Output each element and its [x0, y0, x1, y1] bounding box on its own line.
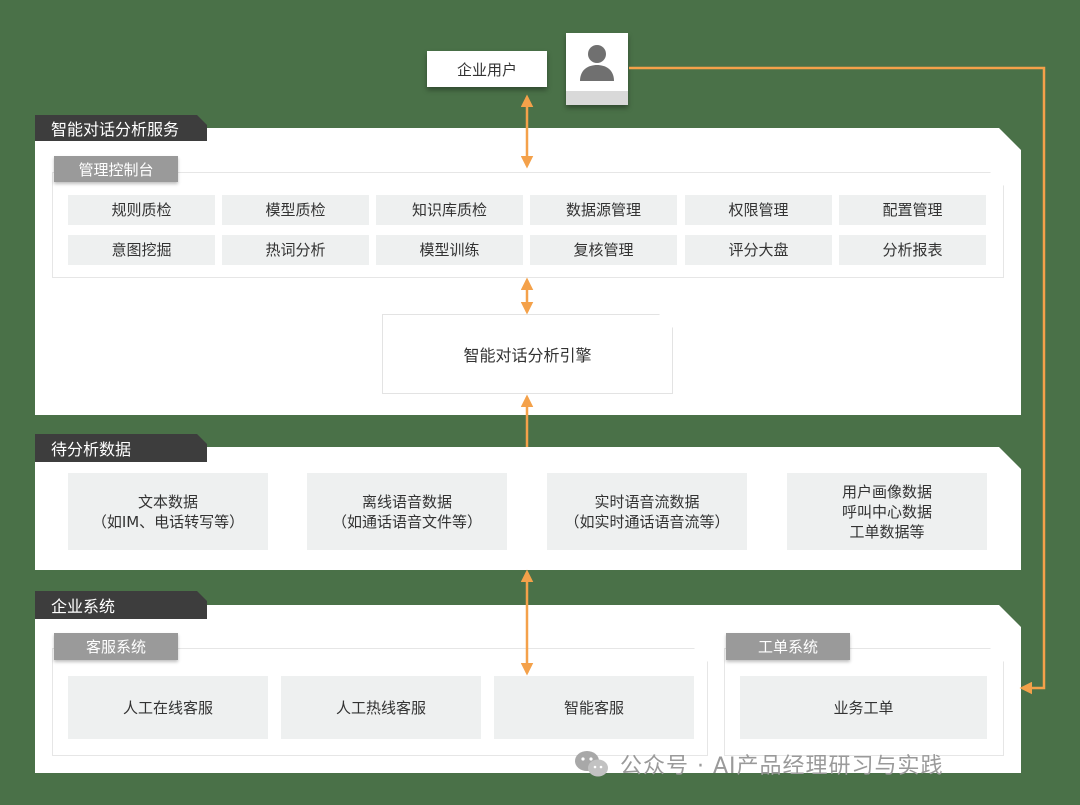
arrow-user-ticket — [629, 66, 1046, 695]
connector-arrows — [520, 66, 1046, 695]
